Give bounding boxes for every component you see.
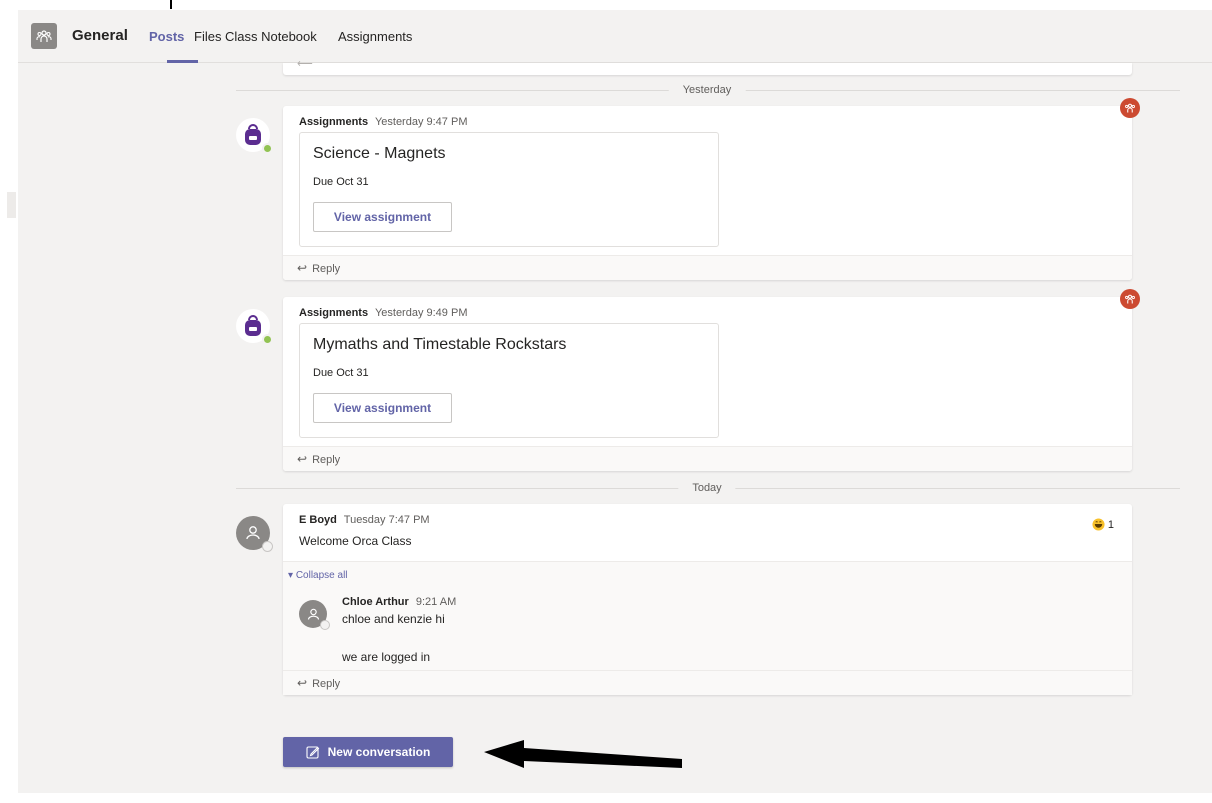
- date-divider-label: Yesterday: [668, 84, 746, 96]
- avatar[interactable]: [236, 516, 273, 552]
- reply-arrow-icon: ↩: [297, 452, 308, 466]
- view-assignment-button[interactable]: View assignment: [313, 393, 452, 423]
- presence-offline-icon: [262, 541, 273, 552]
- reply-text: chloe and kenzie hi: [342, 612, 445, 626]
- reply-label: Reply: [312, 678, 341, 690]
- reply-time: 9:21 AM: [415, 596, 457, 608]
- person-icon: [307, 608, 319, 620]
- assignment-due-date: Due Oct 31: [313, 367, 369, 379]
- assignment-card: Mymaths and Timestable Rockstars Due Oct…: [299, 323, 719, 438]
- backpack-icon: [245, 124, 261, 145]
- date-divider-yesterday: Yesterday: [236, 84, 1180, 96]
- side-panel-handle[interactable]: [7, 192, 16, 218]
- tab-class-notebook[interactable]: Class Notebook: [225, 29, 317, 44]
- channel-name: General: [72, 27, 128, 44]
- new-conversation-button[interactable]: New conversation: [283, 737, 453, 767]
- date-divider-today: Today: [236, 482, 1180, 494]
- reply-arrow-icon: ⟵: [297, 58, 313, 70]
- assignment-post-card: Assignments Yesterday 9:47 PM Science - …: [283, 98, 1140, 280]
- post-time: Tuesday 7:47 PM: [343, 514, 430, 526]
- reply-text: we are logged in: [342, 650, 431, 664]
- assignment-card: Science - Magnets Due Oct 31 View assign…: [299, 132, 719, 247]
- reply-label: Reply: [312, 263, 341, 275]
- view-assignment-button[interactable]: View assignment: [313, 202, 452, 232]
- reply-label: Reply: [312, 454, 341, 466]
- conversation-card: E Boyd Tuesday 7:47 PM Welcome Orca Clas…: [283, 504, 1132, 695]
- assignment-title: Mymaths and Timestable Rockstars: [313, 336, 567, 353]
- reply-button[interactable]: ↩ Reply: [283, 446, 1132, 471]
- class-icon-glyph: [1125, 103, 1135, 113]
- new-conversation-label: New conversation: [327, 745, 431, 759]
- message-text: Welcome Orca Class: [299, 534, 412, 548]
- assignment-title: Science - Magnets: [313, 145, 446, 162]
- reply-sender[interactable]: Chloe Arthur: [342, 596, 409, 608]
- previous-message-card: ⟵: [283, 58, 1132, 75]
- tab-assignments[interactable]: Assignments: [338, 29, 412, 44]
- collapse-all-button[interactable]: ▾ Collapse all: [288, 570, 348, 581]
- class-team-icon: [1120, 289, 1140, 309]
- person-icon: [246, 526, 260, 540]
- reaction-count: 1: [1107, 518, 1114, 531]
- tab-files[interactable]: Files: [194, 29, 221, 44]
- reply-arrow-icon: ↩: [297, 676, 308, 690]
- post-sender[interactable]: Assignments: [299, 307, 368, 319]
- team-icon-glyph: [36, 30, 52, 42]
- compose-icon: [306, 746, 319, 759]
- annotation-arrow: [484, 740, 682, 768]
- reply-button[interactable]: ↩ Reply: [283, 670, 1132, 695]
- post-time: Yesterday 9:49 PM: [374, 307, 468, 319]
- annotation-down-arrow: [170, 0, 172, 9]
- class-team-icon: [1120, 98, 1140, 118]
- assignment-post-card: Assignments Yesterday 9:49 PM Mymaths an…: [283, 289, 1140, 471]
- presence-available-icon: [262, 143, 273, 154]
- post-sender[interactable]: Assignments: [299, 116, 368, 128]
- presence-offline-icon: [320, 620, 330, 630]
- reply-arrow-icon: ↩: [297, 261, 308, 275]
- assignments-avatar[interactable]: [236, 309, 273, 345]
- reaction-summary[interactable]: 1: [1092, 518, 1114, 531]
- post-time: Yesterday 9:47 PM: [374, 116, 468, 128]
- active-tab-indicator: [167, 60, 198, 63]
- presence-available-icon: [262, 334, 273, 345]
- reply-button[interactable]: ↩ Reply: [283, 255, 1132, 280]
- post-meta: E Boyd Tuesday 7:47 PM: [299, 514, 430, 526]
- channel-header: General Posts Files Class Notebook Assig…: [18, 10, 1212, 63]
- reply-meta: Chloe Arthur 9:21 AM: [342, 596, 456, 608]
- tab-posts[interactable]: Posts: [149, 29, 184, 44]
- post-meta: Assignments Yesterday 9:47 PM: [299, 116, 467, 128]
- assignments-avatar[interactable]: [236, 118, 273, 154]
- date-divider-label: Today: [678, 482, 736, 494]
- backpack-icon: [245, 315, 261, 336]
- post-sender[interactable]: E Boyd: [299, 514, 337, 526]
- class-icon-glyph: [1125, 294, 1135, 304]
- collapse-all-label: Collapse all: [295, 570, 348, 581]
- post-meta: Assignments Yesterday 9:49 PM: [299, 307, 467, 319]
- assignment-due-date: Due Oct 31: [313, 176, 369, 188]
- avatar[interactable]: [299, 600, 330, 630]
- team-icon[interactable]: [31, 23, 57, 49]
- laugh-emoji-icon: [1092, 518, 1105, 531]
